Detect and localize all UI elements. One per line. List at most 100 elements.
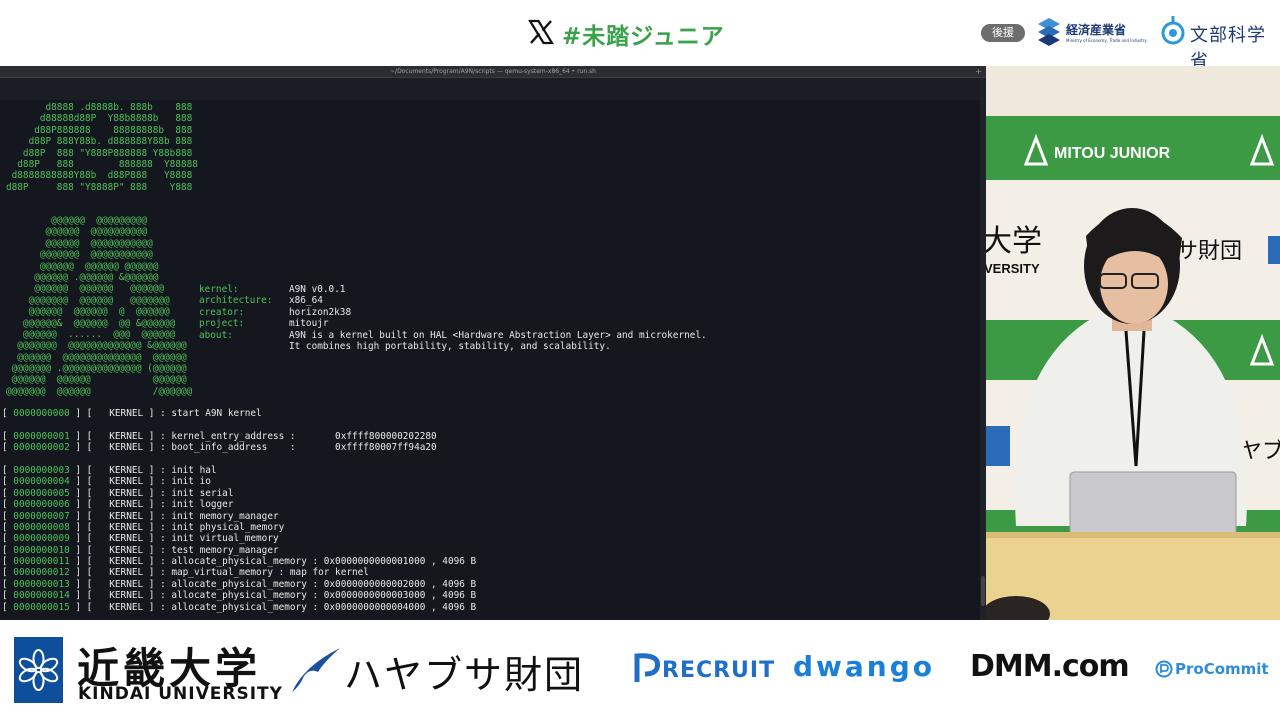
info-value: A9N is a kernel built on HAL <Hardware A… [289,329,707,341]
log-timestamp: 0000000012 [13,567,70,579]
ascii-art-line: @@@@@@& @@@@@@ @@ &@@@@@@ [6,317,176,329]
log-line: [ 0000000000 ] [ KERNEL ] : start A9N ke… [2,408,262,419]
log-timestamp: 0000000007 [13,510,70,522]
recruit-name: RECRUIT [662,658,776,683]
log-timestamp: 0000000015 [13,601,70,613]
info-label: creator: [199,306,245,318]
log-tag: KERNEL [109,430,144,442]
ascii-art-line: @@@@@@@ .@@@@@@@@@@@@@@ (@@@@@@ [6,363,187,375]
ascii-banner-line: d8888888888Y88b d88P888 Y8888 [6,170,193,182]
log-message: init physical_memory [171,521,285,533]
ascii-art-line: @@@@@@@ @@@@@@@@@@@@@ &@@@@@@ [6,340,187,352]
log-line: [ 0000000003 ] [ KERNEL ] : init hal [2,464,217,476]
log-timestamp: 0000000005 [13,487,70,499]
event-hashtag: #未踏ジュニア [562,24,725,50]
log-message: init io [171,476,211,488]
log-message: boot_info_address : 0xffff80007ff94a20 [171,442,437,454]
log-blank-line [2,454,476,465]
camera-feed: MITOU JUNIOR 大学 VERSITY サ財団 ハヤブ [986,66,1280,620]
log-line: [ 0000000015 ] [ KERNEL ] : allocate_phy… [2,601,477,613]
log-tag: KERNEL [109,578,144,590]
speaker-scene: MITOU JUNIOR 大学 VERSITY サ財団 ハヤブ [986,66,1280,620]
terminal-window[interactable]: ~/Documents/Program/A9N/scripts — qemu-s… [0,66,986,620]
recruit-mark-icon [634,653,661,682]
ascii-art-line: @@@@@@ @@@@@@@@@@@@@@ @@@@@@ [6,351,187,363]
backdrop-zaidan: サ財団 [1176,239,1242,264]
log-line: [ 0000000007 ] [ KERNEL ] : init memory_… [2,510,279,522]
terminal-scrollbar-thumb[interactable] [981,576,985,606]
log-message: allocate_physical_memory : 0x00000000000… [171,601,477,613]
log-message: allocate_physical_memory : 0x00000000000… [171,556,477,568]
ascii-art-line: @@@@@@ @@@@@@@@@@ [6,226,148,238]
log-tag: KERNEL [109,499,144,511]
terminal-title: ~/Documents/Program/A9N/scripts — qemu-s… [390,68,596,75]
log-line: [ 0000000010 ] [ KERNEL ] : test memory_… [2,544,279,556]
mext-emblem-icon [1161,16,1185,45]
log-line: [ 0000000002 ] [ KERNEL ] : boot_info_ad… [2,442,437,454]
log-timestamp: 0000000014 [13,590,70,602]
support-badge: 後援 [981,24,1025,42]
log-line: [ 0000000008 ] [ KERNEL ] : init physica… [2,521,285,533]
log-timestamp: 0000000011 [13,556,70,568]
ascii-art-line: @@@@@@ ...... @@@ @@@@@@ [6,328,176,340]
log-tag: KERNEL [109,590,144,602]
log-line: [ 0000000005 ] [ KERNEL ] : init serial [2,487,234,499]
a9n-ascii-banner: d8888 .d8888b. 888b 888 d88888d88P Y88b8… [6,102,198,193]
info-label: architecture: [199,295,273,307]
sponsor-bar: 近畿大学 KINDAI UNIVERSITY ハヤブサ財団 RECRUIT dw… [0,620,1280,720]
log-message: init virtual_memory [171,533,279,545]
log-tag: KERNEL [109,601,144,613]
log-line: [ 0000000004 ] [ KERNEL ] : init io [2,476,211,488]
log-tag: KERNEL [109,510,144,522]
info-value: mitoujr [289,318,329,330]
log-timestamp: 0000000003 [13,464,70,476]
new-tab-icon[interactable]: + [975,66,982,77]
kernel-info-labels: kernel: architecture: creator: project: abou… [199,284,272,341]
ascii-art-logo: @@@@@@ @@@@@@@@@ @@@@@@ @@@@@@@@@@ @@@@@… [6,215,192,397]
terminal-titlebar[interactable]: ~/Documents/Program/A9N/scripts — qemu-s… [0,66,986,78]
log-tag: KERNEL [109,464,144,476]
log-line: [ 0000000001 ] [ KERNEL ] : kernel_entry… [2,430,437,442]
mitou-junior-banner: MITOU JUNIOR [1054,145,1171,162]
log-message: init memory_manager [171,510,279,522]
log-message: start A9N kernel [171,408,262,419]
ascii-banner-line: d88P 888 "Y8888P" 888 Y888 [6,181,193,193]
log-message: init logger [171,499,234,511]
info-value: horizon2k38 [289,306,352,318]
log-tag: KERNEL [109,533,144,545]
info-label: project: [199,318,245,330]
ascii-art-line: @@@@@@ .@@@@@@ &@@@@@@ [6,271,159,283]
log-line: [ 0000000011 ] [ KERNEL ] : allocate_phy… [2,556,477,568]
kindai-emblem-icon [14,637,63,703]
log-message: allocate_physical_memory : 0x00000000000… [171,590,477,602]
log-tag: KERNEL [109,476,144,488]
log-tag: KERNEL [109,487,144,499]
x-logo-icon [528,19,554,45]
ascii-banner-line: d88P888888 88888888b 888 [6,124,193,136]
ascii-art-line: @@@@@@@ @@@@@@ @@@@@@@ [6,294,170,306]
backdrop-english: VERSITY [986,261,1040,276]
meti-english-name: Ministry of Economy, Trade and Industry [1066,38,1147,43]
info-value: x86_64 [289,295,323,307]
kernel-log: [ 0000000000 ] [ KERNEL ] : start A9N ke… [2,408,476,613]
info-label: about: [199,329,233,341]
log-message: allocate_physical_memory : 0x00000000000… [171,578,477,590]
log-line: [ 0000000012 ] [ KERNEL ] : map_virtual_… [2,567,369,579]
hayabusa-bird-icon [292,648,340,692]
log-timestamp: 0000000004 [13,476,70,488]
log-tag: KERNEL [109,567,144,579]
log-tag: KERNEL [109,556,144,568]
ascii-art-line: @@@@@@ @@@@@@ @@@@@@ [6,374,187,386]
meti-name: 経済産業省 [1066,23,1127,37]
dwango-name: dwango [793,650,936,683]
log-tag: KERNEL [109,544,144,556]
meti-emblem-icon [1038,18,1060,46]
ascii-banner-line: d8888 .d8888b. 888b 888 [6,102,193,113]
procommit-name: ProCommit [1175,660,1269,678]
kindai-university-english: KINDAI UNIVERSITY [78,684,283,704]
log-tag: KERNEL [109,521,144,533]
log-tag: KERNEL [109,442,144,454]
log-blank-line [2,419,476,430]
hayabusa-foundation-name: ハヤブサ財団 [344,653,585,697]
log-message: map_virtual_memory : map for kernel [171,567,369,579]
